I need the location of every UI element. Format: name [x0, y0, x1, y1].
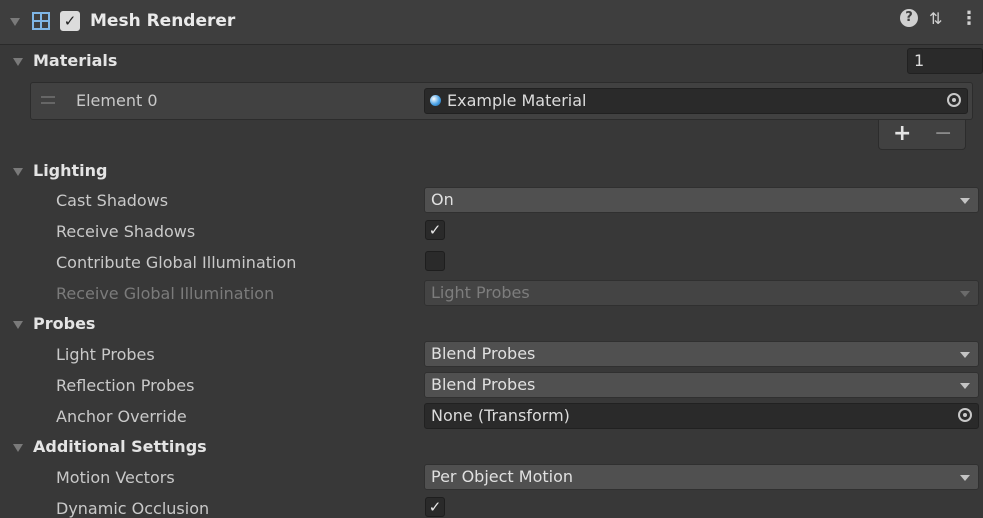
cast-shadows-label: Cast Shadows	[56, 191, 169, 210]
materials-foldout-icon[interactable]	[13, 58, 23, 66]
component-title: Mesh Renderer	[90, 11, 236, 31]
materials-label[interactable]: Materials	[33, 51, 117, 70]
remove-element-button[interactable]: −	[934, 121, 952, 146]
receive-gi-label: Receive Global Illumination	[56, 284, 275, 303]
foldout-arrow-icon[interactable]	[10, 18, 20, 26]
cast-shadows-value: On	[431, 190, 454, 209]
help-icon[interactable]: ?	[900, 9, 918, 27]
anchor-override-field[interactable]: None (Transform)	[424, 403, 979, 429]
contribute-gi-label: Contribute Global Illumination	[56, 253, 297, 272]
light-probes-value: Blend Probes	[431, 344, 536, 363]
additional-settings-foldout-icon[interactable]	[13, 444, 23, 452]
receive-shadows-checkbox[interactable]: ✓	[425, 220, 445, 240]
chevron-down-icon	[960, 383, 970, 389]
motion-vectors-value: Per Object Motion	[431, 467, 574, 486]
motion-vectors-label: Motion Vectors	[56, 468, 175, 487]
component-header[interactable]: ✓ Mesh Renderer ? ⇅ ⋮	[0, 0, 983, 45]
chevron-down-icon	[960, 291, 970, 297]
probes-label[interactable]: Probes	[33, 314, 95, 333]
reflection-probes-dropdown[interactable]: Blend Probes	[424, 372, 979, 398]
motion-vectors-dropdown[interactable]: Per Object Motion	[424, 464, 979, 490]
anchor-override-label: Anchor Override	[56, 407, 187, 426]
probes-foldout-icon[interactable]	[13, 321, 23, 329]
presets-icon[interactable]: ⇅	[929, 9, 942, 28]
additional-settings-label[interactable]: Additional Settings	[33, 437, 207, 456]
element-label: Element 0	[76, 91, 158, 110]
object-picker-icon[interactable]	[958, 408, 972, 422]
context-menu-icon[interactable]: ⋮	[960, 8, 978, 29]
receive-gi-value: Light Probes	[431, 283, 530, 302]
chevron-down-icon	[960, 198, 970, 204]
component-enabled-checkbox[interactable]: ✓	[60, 11, 80, 31]
cast-shadows-dropdown[interactable]: On	[424, 187, 979, 213]
material-value: Example Material	[447, 91, 587, 110]
receive-gi-dropdown: Light Probes	[424, 280, 979, 306]
chevron-down-icon	[960, 352, 970, 358]
object-picker-icon[interactable]	[947, 93, 961, 107]
material-object-field[interactable]: Example Material	[424, 88, 968, 114]
dynamic-occlusion-checkbox[interactable]: ✓	[425, 497, 445, 517]
receive-shadows-label: Receive Shadows	[56, 222, 196, 241]
materials-list: Element 0 Example Material	[30, 82, 973, 120]
lighting-label[interactable]: Lighting	[33, 161, 108, 180]
reflection-probes-label: Reflection Probes	[56, 376, 195, 395]
light-probes-label: Light Probes	[56, 345, 155, 364]
dynamic-occlusion-label: Dynamic Occlusion	[56, 499, 210, 518]
mesh-renderer-icon	[32, 12, 50, 30]
list-footer: + −	[878, 120, 966, 150]
lighting-foldout-icon[interactable]	[13, 168, 23, 176]
light-probes-dropdown[interactable]: Blend Probes	[424, 341, 979, 367]
add-element-button[interactable]: +	[893, 121, 911, 146]
drag-handle-icon[interactable]	[41, 96, 55, 104]
material-icon	[430, 95, 441, 106]
anchor-override-value: None (Transform)	[431, 406, 570, 425]
contribute-gi-checkbox[interactable]	[425, 251, 445, 271]
materials-size-field[interactable]: 1	[907, 48, 983, 74]
chevron-down-icon	[960, 475, 970, 481]
reflection-probes-value: Blend Probes	[431, 375, 536, 394]
